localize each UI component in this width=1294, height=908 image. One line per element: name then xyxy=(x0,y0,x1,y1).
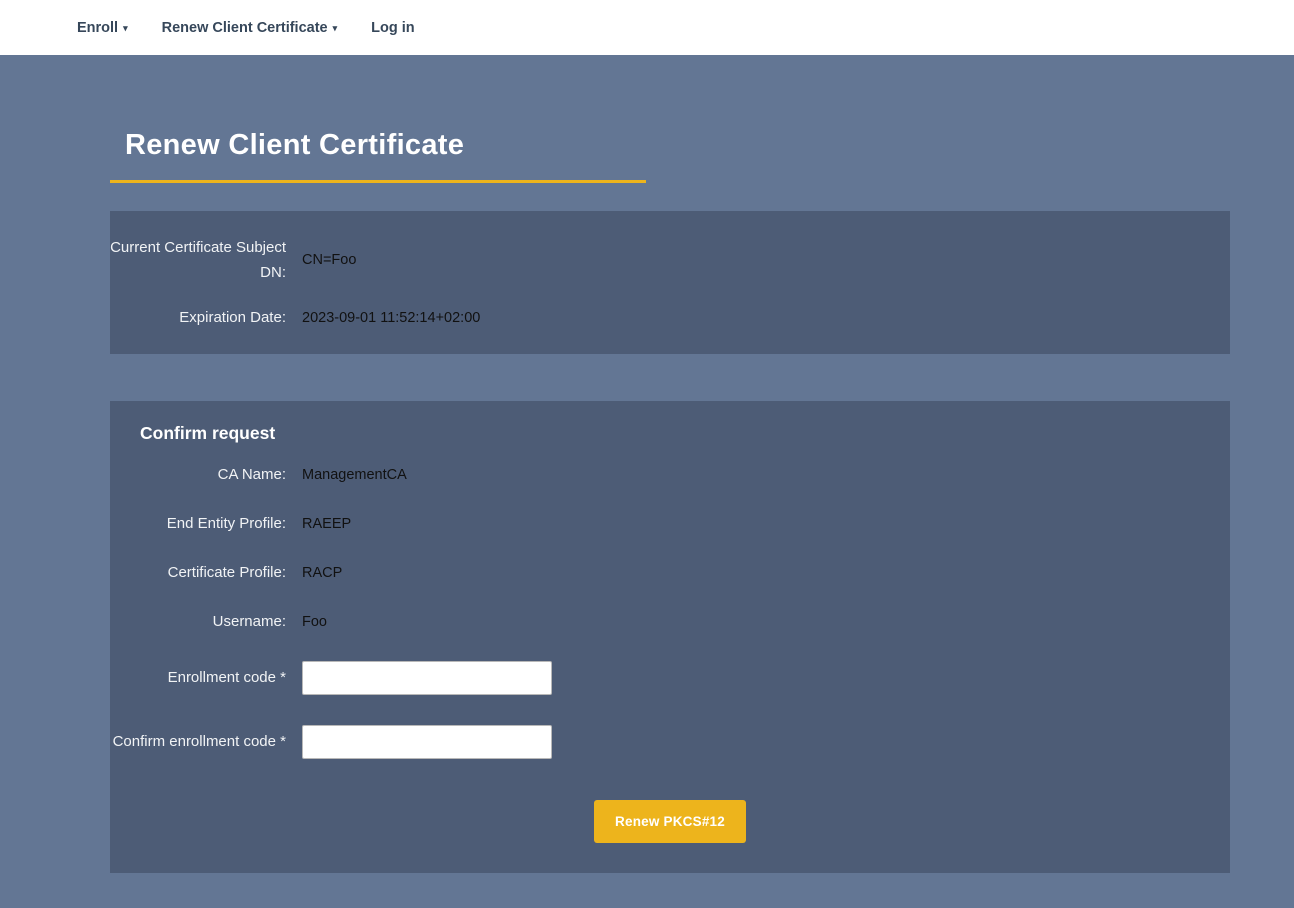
confirm-enrollment-code-input-wrap xyxy=(302,725,1230,759)
page-title-underline: Renew Client Certificate xyxy=(110,129,646,183)
username-label: Username: xyxy=(110,609,286,635)
expiration-date-row: Expiration Date: 2023-09-01 11:52:14+02:… xyxy=(110,293,1230,342)
end-entity-profile-value: RAEEP xyxy=(302,516,1230,532)
page-title: Renew Client Certificate xyxy=(110,129,646,162)
renew-pkcs12-button[interactable]: Renew PKCS#12 xyxy=(594,800,746,843)
certificate-profile-label: Certificate Profile: xyxy=(110,560,286,586)
subject-dn-row: Current Certificate Subject DN: CN=Foo xyxy=(110,227,1230,293)
nav-renew-label: Renew Client Certificate xyxy=(162,20,328,36)
confirm-request-panel: Confirm request CA Name: ManagementCA En… xyxy=(110,401,1230,873)
main-content: Renew Client Certificate Current Certifi… xyxy=(110,129,1230,873)
expiration-date-label: Expiration Date: xyxy=(110,305,286,331)
confirm-enrollment-code-row: Confirm enrollment code * xyxy=(110,710,1230,774)
ca-name-label: CA Name: xyxy=(110,462,286,488)
enrollment-code-row: Enrollment code * xyxy=(110,646,1230,710)
confirm-enrollment-code-label: Confirm enrollment code * xyxy=(110,729,286,755)
subject-dn-label: Current Certificate Subject DN: xyxy=(110,235,286,286)
end-entity-profile-row: End Entity Profile: RAEEP xyxy=(110,499,1230,548)
certificate-profile-row: Certificate Profile: RACP xyxy=(110,548,1230,597)
chevron-down-icon: ▾ xyxy=(123,24,128,33)
enrollment-code-input[interactable] xyxy=(302,661,552,695)
ca-name-value: ManagementCA xyxy=(302,467,1230,483)
confirm-enrollment-code-input[interactable] xyxy=(302,725,552,759)
button-row: Renew PKCS#12 xyxy=(110,800,1230,843)
certificate-profile-value: RACP xyxy=(302,565,1230,581)
username-value: Foo xyxy=(302,614,1230,630)
enrollment-code-input-wrap xyxy=(302,661,1230,695)
certificate-info-panel: Current Certificate Subject DN: CN=Foo E… xyxy=(110,211,1230,354)
nav-login[interactable]: Log in xyxy=(354,0,432,55)
nav-renew-client-certificate[interactable]: Renew Client Certificate ▾ xyxy=(145,0,355,55)
confirm-request-heading: Confirm request xyxy=(110,423,1230,444)
end-entity-profile-label: End Entity Profile: xyxy=(110,511,286,537)
chevron-down-icon: ▾ xyxy=(333,24,338,33)
ca-name-row: CA Name: ManagementCA xyxy=(110,450,1230,499)
enrollment-code-label: Enrollment code * xyxy=(110,665,286,691)
nav-login-label: Log in xyxy=(371,20,415,36)
nav-enroll-label: Enroll xyxy=(77,20,118,36)
username-row: Username: Foo xyxy=(110,597,1230,646)
top-navbar: Enroll ▾ Renew Client Certificate ▾ Log … xyxy=(0,0,1294,55)
subject-dn-value: CN=Foo xyxy=(302,252,1230,268)
nav-enroll[interactable]: Enroll ▾ xyxy=(60,0,145,55)
expiration-date-value: 2023-09-01 11:52:14+02:00 xyxy=(302,310,1230,326)
